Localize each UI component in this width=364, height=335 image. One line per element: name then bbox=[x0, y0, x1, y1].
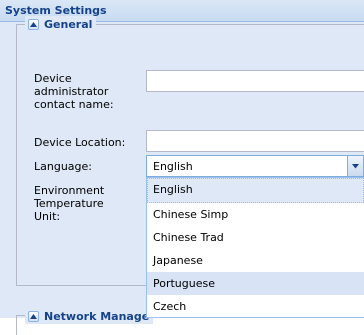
language-option-czech[interactable]: Czech bbox=[147, 295, 364, 318]
device-location-field[interactable] bbox=[146, 130, 364, 152]
general-legend[interactable]: General bbox=[25, 16, 97, 32]
language-select[interactable]: English bbox=[146, 155, 364, 177]
collapse-arrow-icon[interactable] bbox=[28, 18, 39, 30]
device-location-label: Device Location: bbox=[34, 136, 126, 149]
language-dropdown-list: English Chinese Simp Chinese Trad Japane… bbox=[146, 177, 364, 318]
device-admin-field[interactable] bbox=[146, 70, 364, 92]
language-label: Language: bbox=[34, 160, 92, 173]
language-option-english[interactable]: English bbox=[147, 178, 364, 203]
language-option-chinese-trad[interactable]: Chinese Trad bbox=[147, 226, 364, 249]
collapse-arrow-icon[interactable] bbox=[28, 310, 39, 322]
device-admin-label: Device administrator contact name: bbox=[34, 72, 114, 111]
network-legend-title: Network Manage bbox=[44, 309, 150, 323]
language-option-japanese[interactable]: Japanese bbox=[147, 249, 364, 272]
language-option-chinese-simp[interactable]: Chinese Simp bbox=[147, 203, 364, 226]
chevron-down-icon[interactable] bbox=[347, 155, 364, 177]
language-select-value: English bbox=[153, 160, 193, 173]
general-legend-title: General bbox=[44, 17, 93, 31]
network-legend[interactable]: Network Manage bbox=[25, 308, 154, 324]
language-option-portuguese[interactable]: Portuguese bbox=[147, 272, 364, 295]
env-temp-label: Environment Temperature Unit: bbox=[34, 184, 105, 223]
